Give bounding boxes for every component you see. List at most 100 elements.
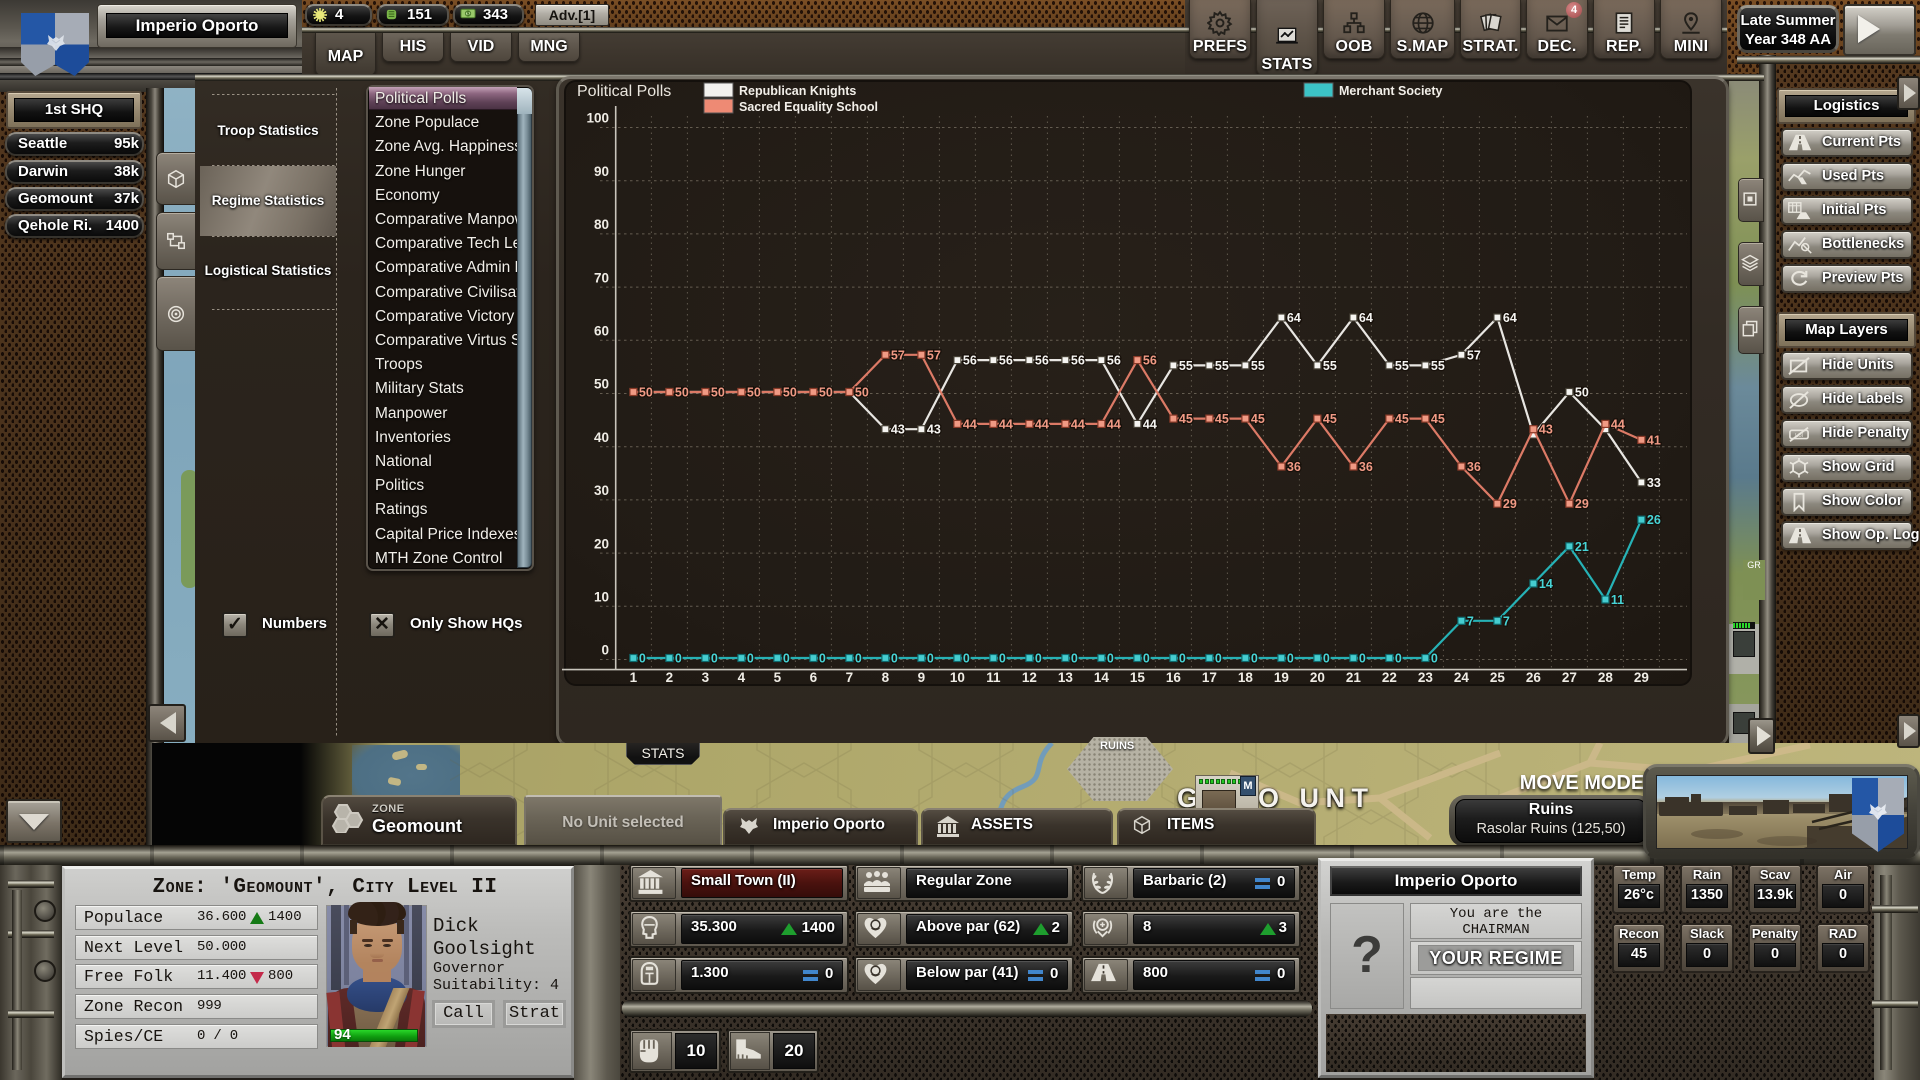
svg-text:0: 0 xyxy=(711,652,718,666)
svg-text:28: 28 xyxy=(1598,670,1614,685)
svg-text:18: 18 xyxy=(1238,670,1254,685)
svg-text:25: 25 xyxy=(1490,670,1506,685)
svg-text:50: 50 xyxy=(639,386,653,400)
svg-text:20: 20 xyxy=(594,536,609,551)
svg-text:7: 7 xyxy=(1467,614,1474,628)
svg-text:0: 0 xyxy=(1287,652,1294,666)
svg-text:0: 0 xyxy=(999,652,1006,666)
svg-text:26: 26 xyxy=(1647,513,1661,527)
svg-text:70: 70 xyxy=(594,270,609,285)
svg-text:45: 45 xyxy=(1251,412,1265,426)
svg-text:0: 0 xyxy=(1215,652,1222,666)
svg-text:20: 20 xyxy=(1310,670,1325,685)
svg-text:43: 43 xyxy=(891,423,905,437)
svg-text:0: 0 xyxy=(891,652,898,666)
svg-text:55: 55 xyxy=(1179,359,1193,373)
svg-text:44: 44 xyxy=(999,417,1013,431)
svg-text:56: 56 xyxy=(1035,354,1049,368)
svg-text:26: 26 xyxy=(1526,670,1542,685)
svg-text:60: 60 xyxy=(594,324,609,339)
svg-text:50: 50 xyxy=(783,386,797,400)
svg-text:45: 45 xyxy=(1323,412,1337,426)
svg-text:0: 0 xyxy=(783,652,790,666)
svg-text:43: 43 xyxy=(1539,423,1553,437)
svg-text:50: 50 xyxy=(1575,386,1589,400)
svg-text:16: 16 xyxy=(1166,670,1182,685)
svg-text:30: 30 xyxy=(594,483,609,498)
svg-text:33: 33 xyxy=(1647,476,1661,490)
svg-text:29: 29 xyxy=(1575,497,1589,511)
svg-text:7: 7 xyxy=(1503,614,1510,628)
svg-text:44: 44 xyxy=(963,417,977,431)
svg-text:0: 0 xyxy=(927,652,934,666)
svg-text:11: 11 xyxy=(1611,593,1624,607)
svg-text:50: 50 xyxy=(594,377,609,392)
svg-text:64: 64 xyxy=(1503,311,1517,325)
svg-text:44: 44 xyxy=(1611,417,1625,431)
svg-text:36: 36 xyxy=(1359,460,1373,474)
svg-text:21: 21 xyxy=(1575,540,1589,554)
svg-text:56: 56 xyxy=(999,354,1013,368)
svg-text:56: 56 xyxy=(1107,354,1121,368)
svg-text:17: 17 xyxy=(1202,670,1217,685)
svg-text:44: 44 xyxy=(1071,417,1085,431)
svg-text:40: 40 xyxy=(594,430,609,445)
svg-text:56: 56 xyxy=(1071,354,1085,368)
svg-text:0: 0 xyxy=(747,652,754,666)
svg-text:10: 10 xyxy=(950,670,965,685)
svg-text:64: 64 xyxy=(1287,311,1301,325)
svg-text:23: 23 xyxy=(1418,670,1434,685)
svg-text:22: 22 xyxy=(1382,670,1397,685)
svg-text:0: 0 xyxy=(1251,652,1258,666)
svg-text:21: 21 xyxy=(1346,670,1362,685)
svg-text:27: 27 xyxy=(1562,670,1577,685)
svg-text:80: 80 xyxy=(594,217,609,232)
svg-text:57: 57 xyxy=(891,348,905,362)
svg-text:64: 64 xyxy=(1359,311,1373,325)
svg-text:0: 0 xyxy=(963,652,970,666)
svg-text:50: 50 xyxy=(855,386,869,400)
svg-text:0: 0 xyxy=(1071,652,1078,666)
svg-text:50: 50 xyxy=(747,386,761,400)
svg-text:0: 0 xyxy=(1359,652,1366,666)
svg-text:19: 19 xyxy=(1274,670,1289,685)
svg-text:12: 12 xyxy=(1022,670,1037,685)
svg-text:2: 2 xyxy=(666,670,674,685)
svg-text:0: 0 xyxy=(855,652,862,666)
svg-text:13: 13 xyxy=(1058,670,1074,685)
svg-text:9: 9 xyxy=(918,670,926,685)
svg-text:36: 36 xyxy=(1287,460,1301,474)
svg-text:44: 44 xyxy=(1107,417,1121,431)
svg-text:56: 56 xyxy=(1143,354,1157,368)
svg-text:0: 0 xyxy=(639,652,646,666)
svg-text:55: 55 xyxy=(1395,359,1409,373)
svg-text:4: 4 xyxy=(738,670,746,685)
svg-text:10: 10 xyxy=(594,590,609,605)
svg-text:29: 29 xyxy=(1503,497,1517,511)
svg-text:11: 11 xyxy=(986,670,1001,685)
svg-text:56: 56 xyxy=(963,354,977,368)
svg-text:0: 0 xyxy=(1107,652,1114,666)
svg-text:1: 1 xyxy=(630,670,638,685)
svg-text:14: 14 xyxy=(1094,670,1110,685)
svg-text:45: 45 xyxy=(1395,412,1409,426)
svg-text:55: 55 xyxy=(1431,359,1445,373)
svg-text:41: 41 xyxy=(1647,433,1661,447)
svg-text:7: 7 xyxy=(846,670,854,685)
svg-text:Merchant Society: Merchant Society xyxy=(1339,84,1443,98)
svg-text:43: 43 xyxy=(927,423,941,437)
svg-text:24: 24 xyxy=(1454,670,1470,685)
svg-text:0: 0 xyxy=(1179,652,1186,666)
svg-text:44: 44 xyxy=(1143,417,1157,431)
svg-text:0: 0 xyxy=(1431,652,1438,666)
svg-text:5: 5 xyxy=(774,670,782,685)
svg-text:50: 50 xyxy=(675,386,689,400)
svg-text:8: 8 xyxy=(882,670,890,685)
svg-text:100: 100 xyxy=(586,111,609,126)
svg-text:Political Polls: Political Polls xyxy=(577,83,671,100)
svg-text:14: 14 xyxy=(1539,577,1553,591)
svg-text:0: 0 xyxy=(1395,652,1402,666)
svg-text:50: 50 xyxy=(819,386,833,400)
svg-text:0: 0 xyxy=(819,652,826,666)
svg-text:45: 45 xyxy=(1215,412,1229,426)
